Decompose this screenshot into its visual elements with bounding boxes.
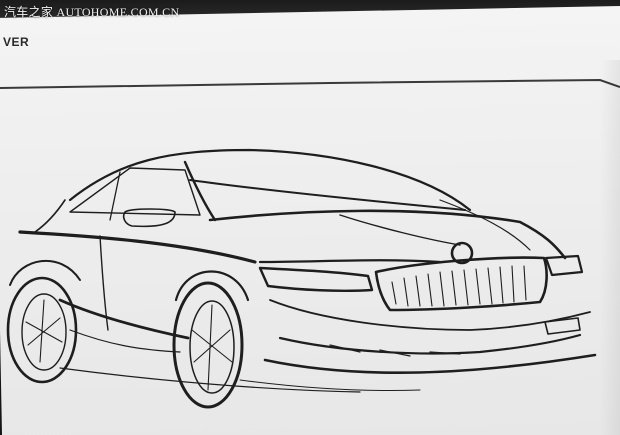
frame-line: [0, 78, 620, 89]
windshield-base: [189, 179, 466, 211]
bumper-line: [269, 299, 591, 331]
grille-outline: [374, 256, 548, 312]
shoulder-line: [18, 230, 257, 264]
photo: 汽车之家 AUTOHOME.COM.CN VER: [0, 0, 620, 435]
side-window: [69, 167, 201, 216]
hood-crease: [339, 214, 461, 246]
rear-arch: [9, 259, 81, 286]
car-sketch: [0, 78, 620, 409]
rear-spokes: [25, 299, 63, 363]
ground-shadow-2: [239, 379, 421, 391]
front-spokes: [191, 304, 233, 391]
roof-line: [68, 148, 472, 212]
grille-slats: [391, 265, 527, 307]
front-splitter: [263, 353, 597, 375]
headlight-right: [544, 254, 584, 277]
ground-shadow: [59, 367, 361, 393]
c-pillar: [34, 199, 66, 233]
hood-front: [258, 259, 442, 264]
screen-edge-shade: [600, 60, 620, 435]
mirror: [122, 208, 176, 228]
headlight-left: [258, 266, 374, 292]
side-sill: [58, 298, 190, 340]
hood-crease-2: [439, 199, 531, 251]
a-pillar: [183, 160, 217, 222]
lower-intake: [278, 333, 582, 355]
